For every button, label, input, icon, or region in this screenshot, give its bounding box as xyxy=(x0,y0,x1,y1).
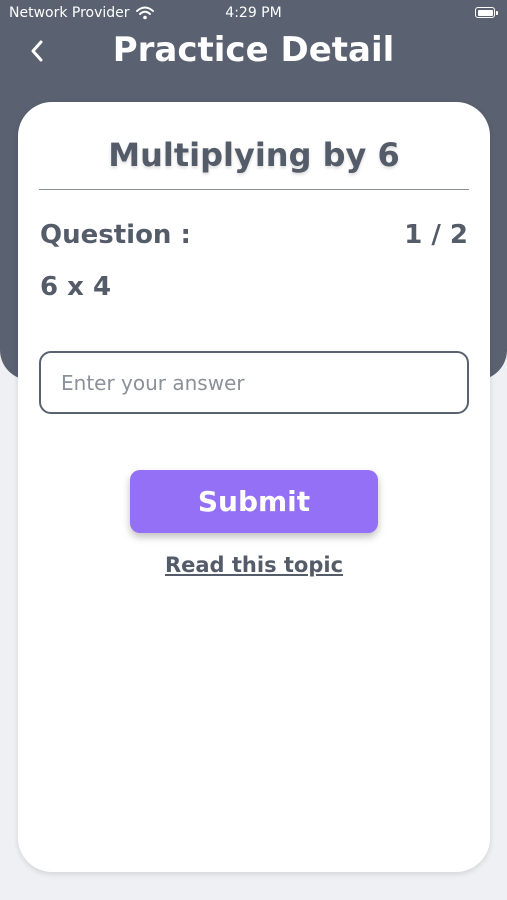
battery-icon xyxy=(475,7,498,18)
status-bar: Network Provider 4:29 PM xyxy=(0,0,507,28)
answer-input[interactable] xyxy=(39,351,469,414)
topic-title: Multiplying by 6 xyxy=(108,136,400,174)
question-count: 1 / 2 xyxy=(404,220,468,250)
divider xyxy=(39,189,469,190)
submit-button[interactable]: Submit xyxy=(130,470,378,533)
question-text: 6 x 4 xyxy=(40,272,112,302)
page-title: Practice Detail xyxy=(112,30,395,70)
question-label: Question : xyxy=(40,220,191,250)
read-topic-link[interactable]: Read this topic xyxy=(18,553,490,577)
status-time: 4:29 PM xyxy=(225,5,282,21)
practice-card: Multiplying by 6 Question : 1 / 2 6 x 4 … xyxy=(18,102,490,872)
